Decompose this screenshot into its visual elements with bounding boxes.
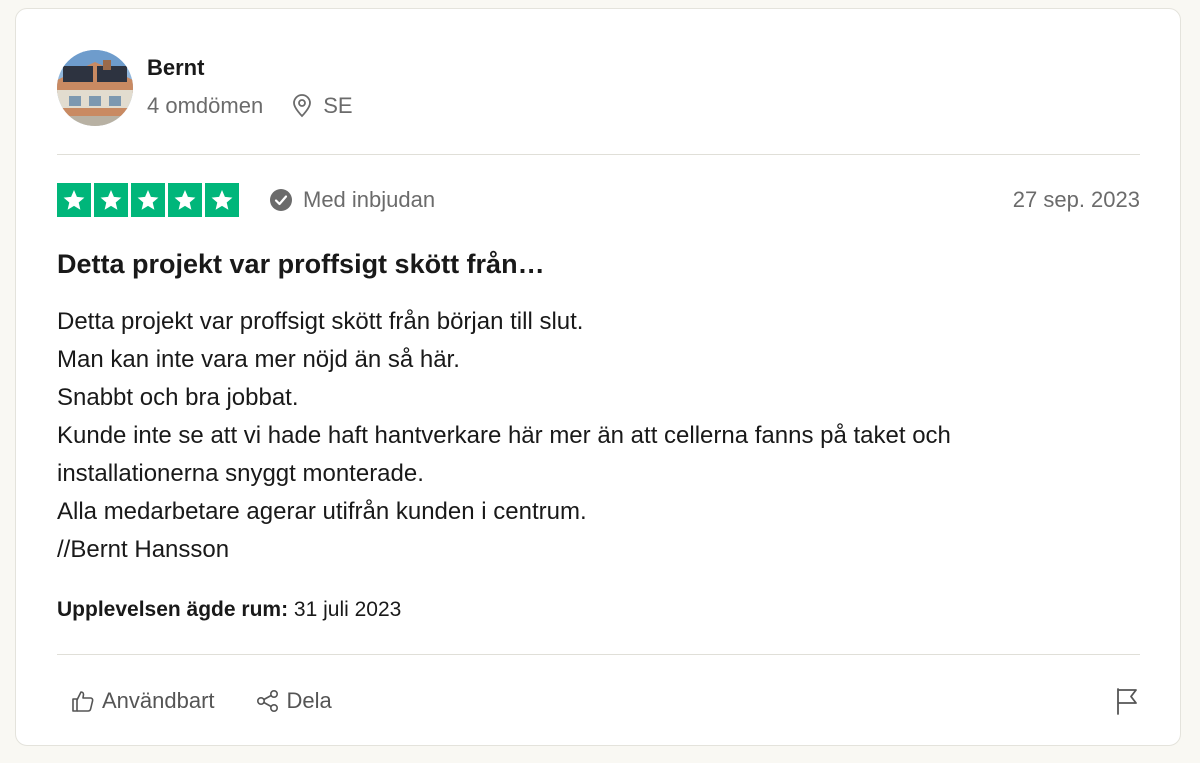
verification-text: Med inbjudan (303, 187, 436, 212)
share-label: Dela (286, 688, 332, 713)
star-icon (94, 183, 128, 217)
useful-label: Användbart (102, 688, 215, 713)
review-body-line: Alla medarbetare agerar utifrån kunden i… (57, 498, 587, 525)
report-button[interactable] (1114, 686, 1140, 716)
avatar-image (57, 50, 133, 126)
review-card: Bernt 4 omdömen SE Med inbjudan 27 sep. … (15, 8, 1181, 746)
review-body: Detta projekt var proffsigt skött från b… (57, 303, 1140, 569)
review-body-line: Detta projekt var proffsigt skött från b… (57, 308, 584, 335)
share-icon (256, 689, 278, 712)
reviewer-header: Bernt 4 omdömen SE (57, 49, 353, 127)
reviewer-meta: 4 omdömen SE (147, 93, 353, 119)
review-body-line: Snabbt och bra jobbat. (57, 384, 299, 411)
check-circle-icon (270, 189, 292, 211)
star-icon (131, 183, 165, 217)
map-pin-icon (293, 94, 312, 118)
star-icon (57, 183, 91, 217)
reviewer-country: SE (323, 93, 353, 118)
review-actions: Användbart Dela (70, 685, 1140, 717)
reviewer-info: Bernt 4 omdömen SE (147, 55, 353, 119)
avatar[interactable] (57, 50, 133, 126)
review-title[interactable]: Detta projekt var proffsigt skött från… (57, 247, 545, 281)
star-icon (168, 183, 202, 217)
useful-button[interactable]: Användbart (70, 688, 215, 714)
verification-label[interactable]: Med inbjudan (269, 187, 435, 213)
footer-divider (57, 654, 1140, 655)
review-body-line: Kunde inte se att vi hade haft hantverka… (57, 422, 951, 449)
share-button[interactable]: Dela (255, 688, 332, 714)
star-icon (205, 183, 239, 217)
review-count: 4 omdömen (147, 93, 264, 118)
reviewer-location: SE (291, 93, 353, 119)
header-divider (57, 154, 1140, 155)
flag-icon (1117, 688, 1137, 715)
reviewer-name[interactable]: Bernt (147, 55, 353, 81)
star-rating (57, 183, 239, 217)
review-date: 27 sep. 2023 (1012, 187, 1140, 212)
review-body-line: installationerna snyggt monterade. (57, 460, 424, 487)
review-body-line: //Bernt Hansson (57, 536, 230, 563)
experience-date-row: Upplevelsen ägde rum: 31 juli 2023 (57, 597, 401, 623)
experience-date: 31 juli 2023 (293, 598, 402, 621)
experience-label: Upplevelsen ägde rum: (57, 598, 289, 621)
thumbs-up-icon (72, 691, 94, 712)
rating-row: Med inbjudan 27 sep. 2023 (57, 183, 1140, 217)
review-body-line: Man kan inte vara mer nöjd än så här. (57, 346, 460, 373)
